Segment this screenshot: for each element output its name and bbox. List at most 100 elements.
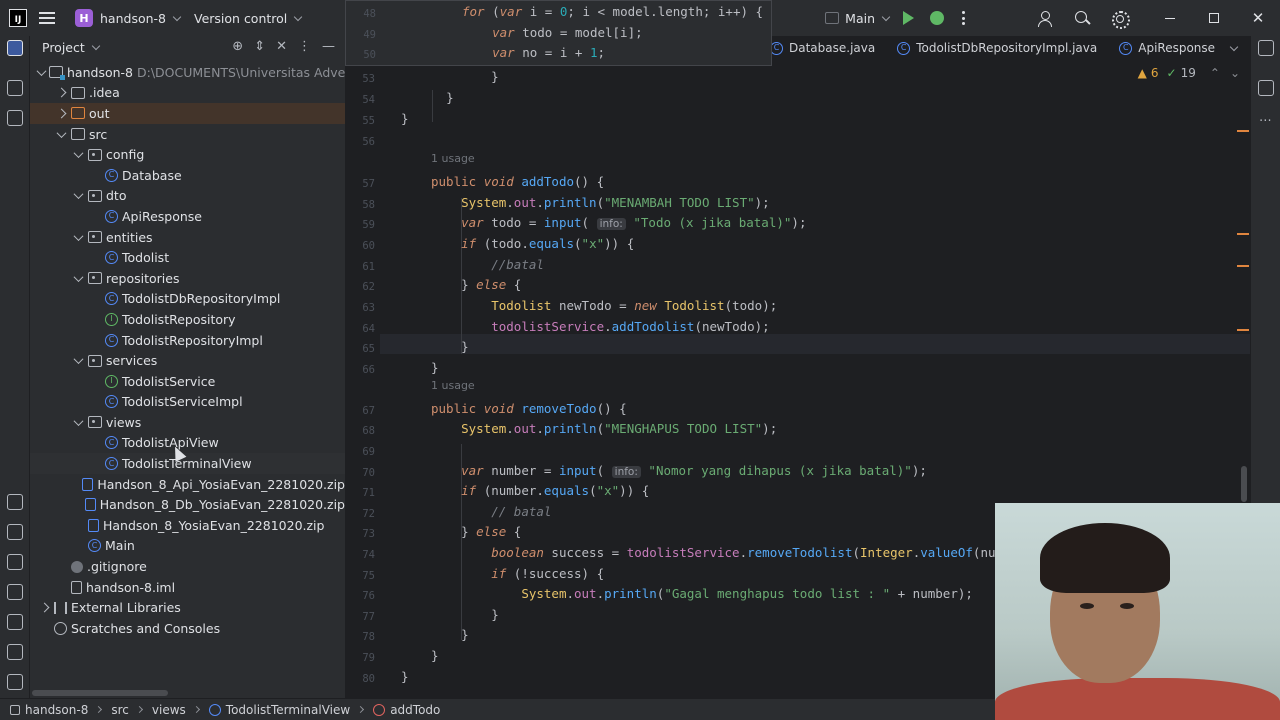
build-tool-icon[interactable]	[7, 524, 23, 540]
run-config-selector[interactable]: Main	[845, 11, 875, 26]
tree-item[interactable]: C TodolistRepositoryImpl	[30, 330, 345, 351]
tree-item[interactable]: handson-8.iml	[30, 577, 345, 598]
tree-item[interactable]: C TodolistApiView	[30, 433, 345, 454]
user-icon[interactable]	[1037, 10, 1053, 27]
notifications-icon[interactable]	[1258, 40, 1274, 56]
code-line[interactable]: var no = i + 1;	[462, 45, 605, 60]
tree-item[interactable]: .gitignore	[30, 556, 345, 577]
more-tools-icon[interactable]: ⋯	[1259, 112, 1272, 127]
chevron-down-icon[interactable]	[72, 149, 84, 161]
inspection-widget[interactable]: ▲ 6 ✓ 19 ⌃ ⌄	[1138, 66, 1240, 80]
minimize-button[interactable]	[1148, 0, 1192, 36]
code-line[interactable]: System.out.println("Gagal menghapus todo…	[431, 586, 973, 601]
version-control-menu[interactable]: Version control	[194, 11, 287, 26]
tree-item[interactable]: I TodolistRepository	[30, 309, 345, 330]
tab-api-response[interactable]: C ApiResponse	[1119, 41, 1215, 55]
chevron-down-icon[interactable]	[72, 231, 84, 243]
code-line[interactable]: var number = input( info: "Nomor yang di…	[431, 463, 927, 478]
breadcrumb-views[interactable]: views	[152, 703, 186, 717]
chevron-down-icon[interactable]	[55, 128, 67, 140]
chevron-down-icon[interactable]	[91, 41, 101, 50]
breadcrumb-class[interactable]: TodolistTerminalView	[208, 703, 350, 717]
chevron-right-icon[interactable]	[38, 602, 50, 614]
ai-assistant-icon[interactable]	[1258, 80, 1274, 96]
tree-item[interactable]: C Database	[30, 165, 345, 186]
tree-item[interactable]: C Main	[30, 536, 345, 557]
expand-all-icon[interactable]: ⇕	[254, 39, 265, 54]
tree-item[interactable]: C ApiResponse	[30, 206, 345, 227]
tree-item[interactable]: C TodolistTerminalView	[30, 453, 345, 474]
code-line[interactable]: }	[431, 339, 469, 354]
chevron-down-icon[interactable]	[72, 272, 84, 284]
tab-database[interactable]: C Database.java	[770, 41, 875, 55]
code-line[interactable]: boolean success = todolistService.remove…	[431, 545, 995, 560]
code-line[interactable]: //batal	[431, 257, 544, 272]
tree-item[interactable]: .idea	[30, 83, 345, 104]
code-line[interactable]: }	[401, 669, 409, 684]
tree-item[interactable]: C TodolistServiceImpl	[30, 392, 345, 413]
locate-file-icon[interactable]: ⊕	[232, 39, 243, 54]
chevron-right-icon[interactable]	[55, 87, 67, 99]
problems-tool-icon[interactable]	[7, 644, 23, 660]
debug-icon[interactable]	[930, 11, 944, 25]
structure-tool-icon[interactable]	[7, 80, 23, 96]
tree-item[interactable]: External Libraries	[30, 597, 345, 618]
code-line[interactable]: Todolist newTodo = new Todolist(todo);	[431, 298, 777, 313]
code-line[interactable]: }	[431, 627, 469, 642]
tree-item[interactable]: repositories	[30, 268, 345, 289]
tree-item[interactable]: views	[30, 412, 345, 433]
tree-item[interactable]: Handson_8_Api_YosiaEvan_2281020.zip	[30, 474, 345, 495]
main-menu-icon[interactable]	[39, 12, 55, 24]
chevron-down-icon[interactable]	[72, 190, 84, 202]
tab-todolist-db-repository-impl[interactable]: C TodolistDbRepositoryImpl.java	[897, 41, 1097, 55]
app-logo-icon[interactable]: IJ	[9, 9, 27, 27]
code-line[interactable]: for (var i = 0; i < model.length; i++) {	[462, 4, 763, 19]
terminal-tool-icon[interactable]	[7, 614, 23, 630]
chevron-down-icon[interactable]	[294, 12, 303, 21]
hide-panel-icon[interactable]: —	[322, 39, 335, 54]
code-line[interactable]: public void addTodo() {	[431, 174, 604, 189]
code-line[interactable]: var todo = model[i];	[462, 25, 643, 40]
maximize-button[interactable]	[1192, 0, 1236, 36]
chevron-down-icon[interactable]	[881, 12, 891, 21]
code-line[interactable]: if (todo.equals("x")) {	[431, 236, 634, 251]
code-line[interactable]: } else {	[431, 524, 521, 539]
tree-item[interactable]: C Todolist	[30, 247, 345, 268]
close-button[interactable]: ✕	[1236, 0, 1280, 36]
vertical-scrollbar[interactable]	[1241, 466, 1247, 502]
warning-marker[interactable]	[1237, 329, 1249, 331]
project-switcher[interactable]: handson-8	[100, 11, 166, 26]
chevron-down-icon[interactable]: ⌄	[1230, 66, 1240, 80]
tree-item[interactable]: entities	[30, 227, 345, 248]
code-line[interactable]: System.out.println("MENAMBAH TODO LIST")…	[431, 195, 770, 210]
code-line[interactable]: // batal	[431, 504, 551, 519]
code-line[interactable]: }	[431, 648, 439, 663]
code-line[interactable]: } else {	[431, 277, 521, 292]
git-tool-icon[interactable]	[7, 674, 23, 690]
chevron-down-icon[interactable]	[72, 355, 84, 367]
more-actions-icon[interactable]	[962, 11, 965, 25]
tree-item[interactable]: I TodolistService	[30, 371, 345, 392]
breadcrumb-project[interactable]: handson-8	[10, 703, 88, 717]
chevron-down-icon[interactable]	[72, 416, 84, 428]
chevron-right-icon[interactable]	[55, 107, 67, 119]
tree-item[interactable]: dto	[30, 186, 345, 207]
tree-item[interactable]: Handson_8_Db_YosiaEvan_2281020.zip	[30, 494, 345, 515]
tree-item[interactable]: src	[30, 124, 345, 145]
code-line[interactable]: public void removeTodo() {	[431, 401, 627, 416]
code-line[interactable]: }	[431, 607, 499, 622]
code-line[interactable]: var todo = input( info: "Todo (x jika ba…	[431, 215, 806, 230]
horizontal-scrollbar[interactable]	[32, 690, 168, 696]
tree-item[interactable]: config	[30, 144, 345, 165]
code-line[interactable]: if (number.equals("x")) {	[431, 483, 649, 498]
gear-icon[interactable]	[1111, 10, 1130, 29]
chevron-down-icon[interactable]	[38, 66, 45, 78]
bookmarks-tool-icon[interactable]	[7, 110, 23, 126]
code-line[interactable]: }	[461, 69, 499, 84]
code-line[interactable]: }	[431, 90, 454, 105]
search-icon[interactable]	[1074, 10, 1090, 26]
code-line[interactable]: }	[401, 111, 409, 126]
run-tool-icon[interactable]	[7, 584, 23, 600]
tree-item[interactable]: out	[30, 103, 345, 124]
run-icon[interactable]	[903, 11, 914, 25]
